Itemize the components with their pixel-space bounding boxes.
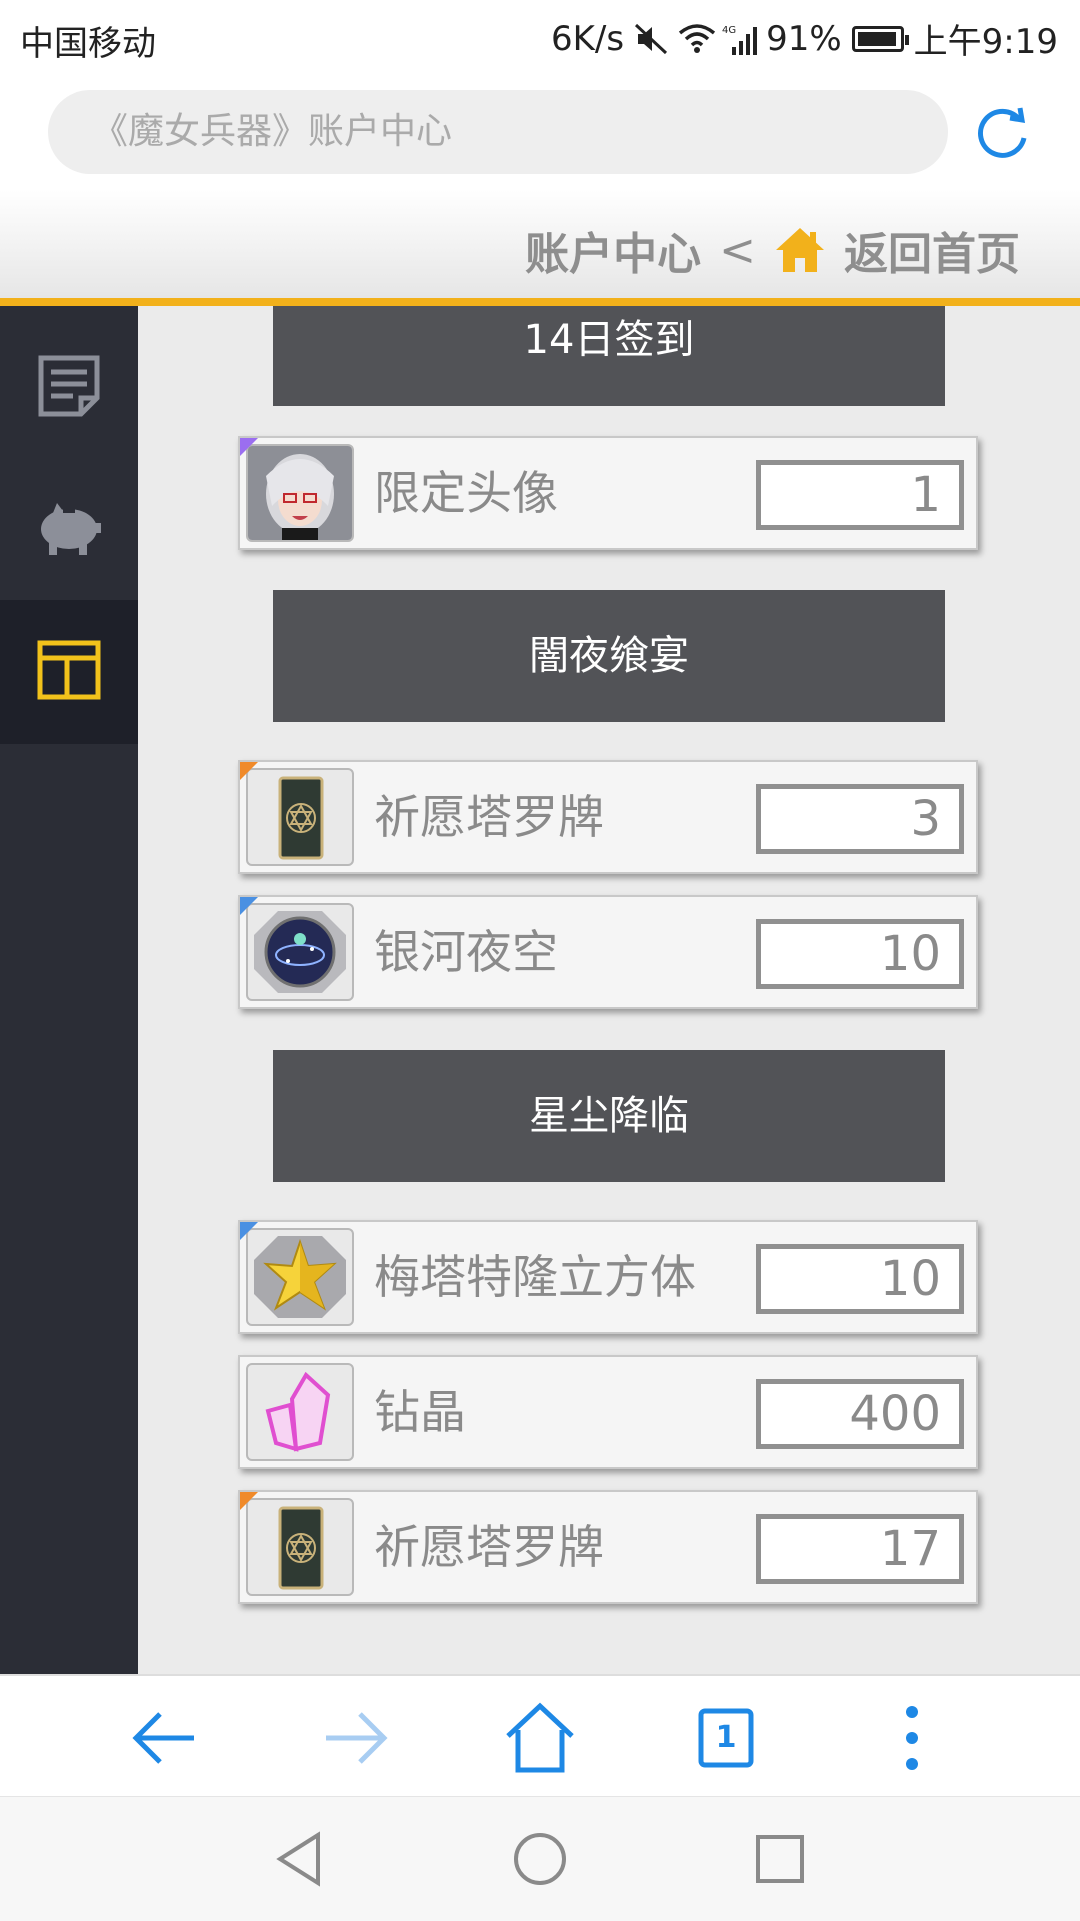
wifi-icon [678, 23, 716, 55]
star-cube-icon [246, 1228, 354, 1326]
reward-name: 祈愿塔罗牌 [374, 1520, 604, 1574]
browser-address-bar: 《魔女兵器》账户中心 [0, 76, 1080, 190]
reload-icon[interactable] [970, 100, 1034, 164]
sidebar-item-savings[interactable] [0, 460, 138, 604]
tab-count: 1 [715, 1720, 737, 1755]
reward-quantity: 400 [756, 1379, 964, 1449]
reward-quantity: 3 [756, 784, 964, 854]
home-icon[interactable] [774, 226, 826, 274]
reward-name: 限定头像 [374, 466, 558, 520]
nav-back-icon[interactable] [268, 1827, 332, 1891]
reward-item: 祈愿塔罗牌 17 [238, 1490, 978, 1604]
rarity-corner [240, 1492, 258, 1510]
reward-quantity: 17 [756, 1514, 964, 1584]
breadcrumb-separator: < [719, 224, 756, 276]
tarot-card-icon [246, 768, 354, 866]
reward-item: 银河夜空 10 [238, 895, 978, 1009]
reward-name: 钻晶 [374, 1385, 466, 1439]
browser-toolbar: 1 [0, 1674, 1080, 1796]
reward-quantity: 10 [756, 919, 964, 989]
nav-home-icon[interactable] [508, 1827, 572, 1891]
mute-icon [634, 23, 668, 55]
current-page-title: 账户中心 [525, 229, 702, 280]
status-bar: 中国移动 6K/s 4G 91% 上午9:19 [0, 0, 1080, 76]
breadcrumb: 账户中心 < 返回首页 [525, 218, 1020, 282]
reward-name: 祈愿塔罗牌 [374, 790, 604, 844]
rarity-corner [240, 1222, 258, 1240]
battery-percent: 91% [766, 18, 842, 59]
sidebar-item-documents[interactable] [0, 316, 138, 460]
forward-arrow-icon[interactable] [316, 1700, 392, 1776]
nav-recents-icon[interactable] [748, 1827, 812, 1891]
carrier-name: 中国移动 [20, 24, 156, 64]
section-header: 闇夜飨宴 [273, 590, 945, 722]
section-header: 14日签到 [273, 306, 945, 406]
battery-icon [851, 25, 909, 52]
avatar-icon [246, 444, 354, 542]
more-menu-icon[interactable] [874, 1700, 950, 1776]
sidebar-item-layout[interactable] [0, 600, 138, 744]
tarot-card-icon [246, 1498, 354, 1596]
clock: 上午9:19 [913, 22, 1058, 62]
svg-text:4G: 4G [722, 25, 736, 36]
crystal-icon [246, 1363, 354, 1461]
reward-item: 梅塔特隆立方体 10 [238, 1220, 978, 1334]
layout-icon [37, 640, 101, 704]
back-arrow-icon[interactable] [128, 1700, 204, 1776]
url-field[interactable]: 《魔女兵器》账户中心 [48, 90, 948, 174]
galaxy-orb-icon [246, 903, 354, 1001]
reward-quantity: 1 [756, 460, 964, 530]
sidebar [0, 306, 138, 1674]
reward-quantity: 10 [756, 1244, 964, 1314]
page-header: 账户中心 < 返回首页 [0, 190, 1080, 306]
reward-item: 限定头像 1 [238, 436, 978, 550]
rarity-corner [240, 762, 258, 780]
rarity-corner [240, 897, 258, 915]
reward-name: 银河夜空 [374, 925, 558, 979]
reward-item: 钻晶 400 [238, 1355, 978, 1469]
home-icon[interactable] [502, 1700, 578, 1776]
back-home-link[interactable]: 返回首页 [844, 218, 1020, 282]
reward-item: 祈愿塔罗牌 3 [238, 760, 978, 874]
rarity-corner [240, 438, 258, 456]
tabs-icon[interactable]: 1 [688, 1700, 764, 1776]
network-speed: 6K/s [550, 18, 625, 59]
signal-4g-icon: 4G [722, 23, 758, 55]
document-icon [37, 354, 101, 422]
section-header: 星尘降临 [273, 1050, 945, 1182]
system-nav-bar [0, 1796, 1080, 1921]
piggy-bank-icon [35, 501, 103, 563]
reward-name: 梅塔特隆立方体 [374, 1250, 696, 1304]
rewards-panel: 14日签到 限定头像 1 闇夜飨宴 祈愿塔罗牌 3 银河夜空 10 星尘降临 梅… [138, 306, 1080, 1674]
